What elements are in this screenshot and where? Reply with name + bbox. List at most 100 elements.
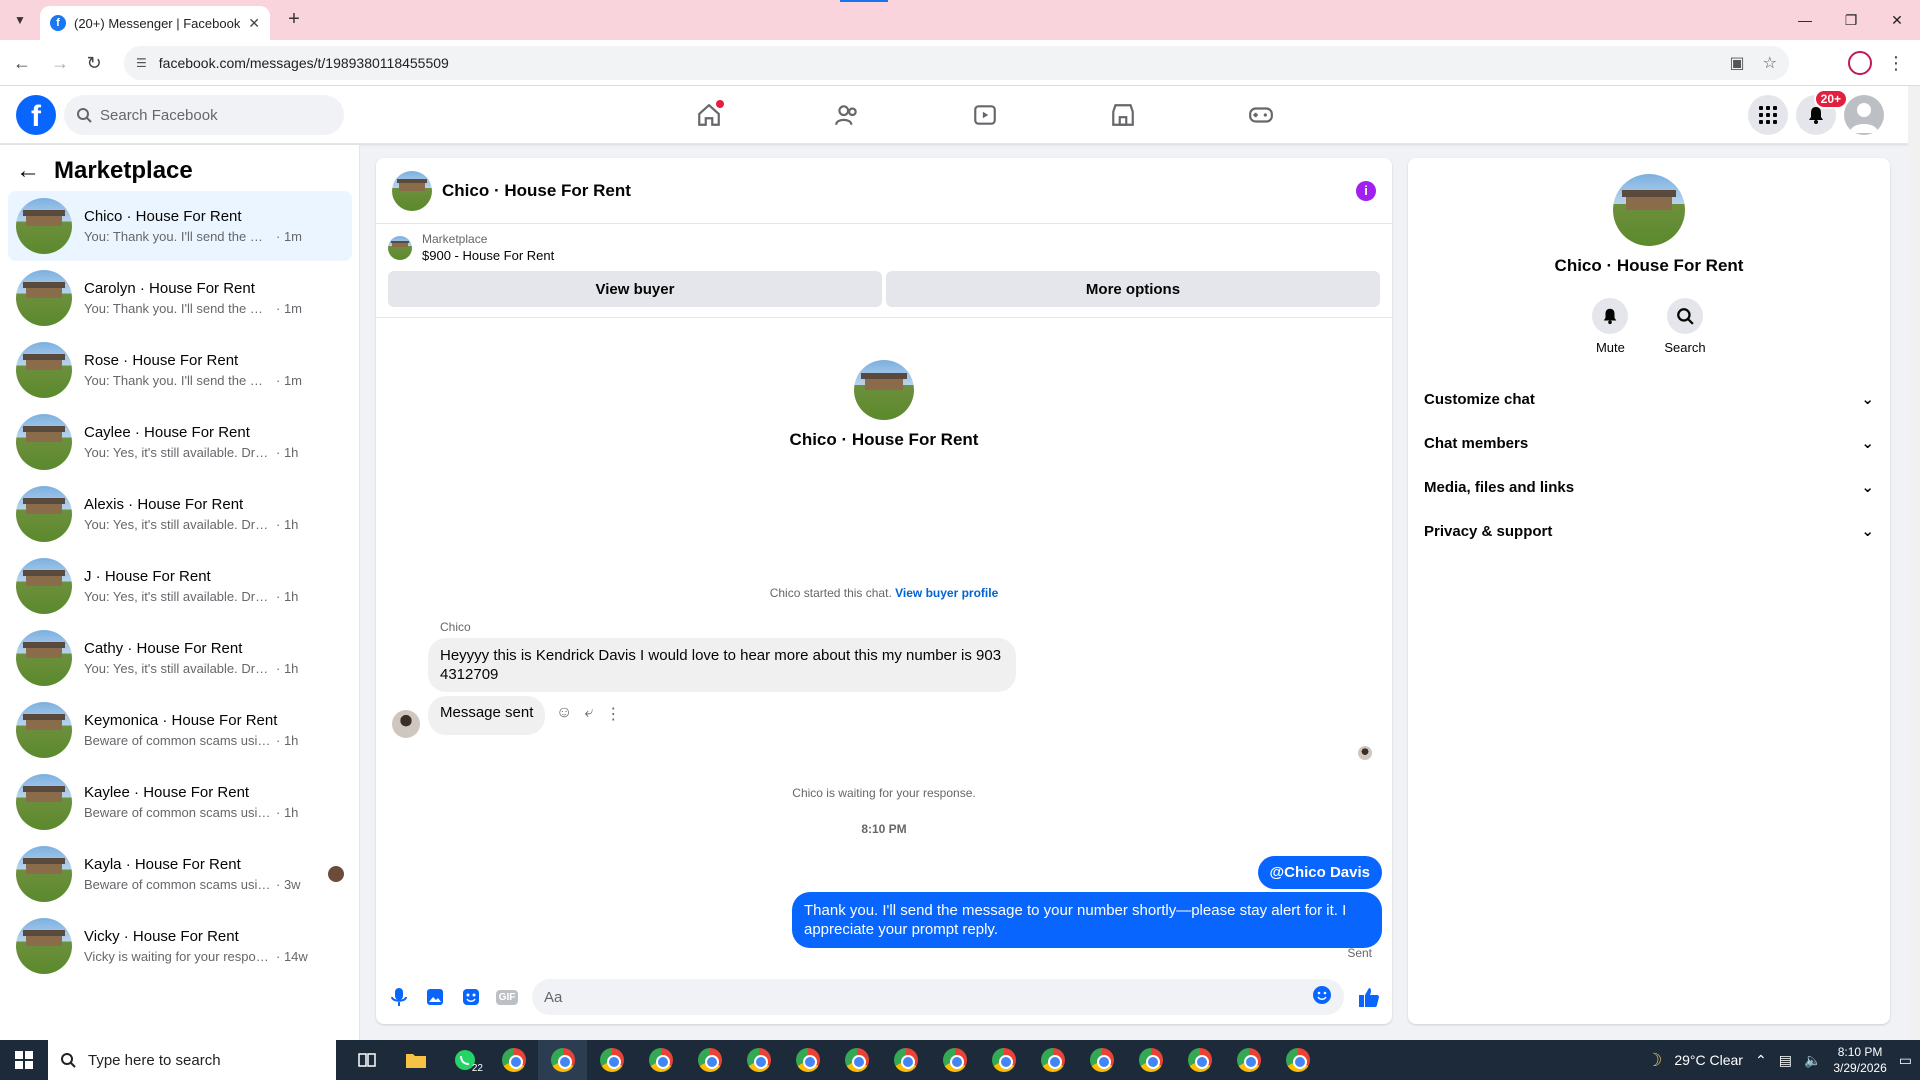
outgoing-message[interactable]: Thank you. I'll send the message to your… xyxy=(792,892,1382,948)
conversation-item-kayla[interactable]: Kayla · House For Rent Beware of common … xyxy=(8,839,352,909)
bookmark-star-icon[interactable]: ☆ xyxy=(1763,53,1777,73)
more-options-button[interactable]: More options xyxy=(886,271,1380,307)
nav-video[interactable] xyxy=(916,86,1054,144)
menu-button[interactable] xyxy=(1748,95,1788,135)
forward-icon[interactable]: → xyxy=(48,51,72,75)
listing-thumbnail xyxy=(16,774,72,830)
minimize-icon[interactable]: — xyxy=(1782,0,1828,40)
chrome-icon[interactable] xyxy=(734,1040,783,1080)
info-icon[interactable]: i xyxy=(1356,180,1376,201)
close-window-icon[interactable]: ✕ xyxy=(1874,0,1920,40)
outgoing-mention[interactable]: @Chico Davis xyxy=(1257,856,1382,889)
browser-profile-icon[interactable] xyxy=(1848,51,1872,75)
chrome-icon[interactable] xyxy=(1273,1040,1322,1080)
chrome-icon[interactable] xyxy=(979,1040,1028,1080)
conversation-item-keymonica[interactable]: Keymonica · House For Rent Beware of com… xyxy=(8,695,352,765)
reload-icon[interactable]: ↻ xyxy=(82,51,106,75)
conversation-preview: Beware of common scams using pay... xyxy=(84,805,272,820)
react-emoji-icon[interactable]: ☺ xyxy=(556,704,572,724)
whatsapp-icon[interactable]: 22 xyxy=(440,1040,489,1080)
browser-tab[interactable]: f (20+) Messenger | Facebook ✕ xyxy=(40,6,270,40)
taskbar-search-input[interactable]: Type here to search xyxy=(48,1040,336,1080)
clock-time: 8:10 PM xyxy=(1837,1045,1883,1059)
listing-price[interactable]: $900 - House For Rent xyxy=(422,248,554,263)
chrome-icon[interactable] xyxy=(832,1040,881,1080)
sticker-icon[interactable] xyxy=(460,986,482,1008)
chrome-icon[interactable] xyxy=(587,1040,636,1080)
chrome-icon[interactable] xyxy=(1028,1040,1077,1080)
notifications-button[interactable]: 20+ xyxy=(1796,89,1848,135)
file-explorer-icon[interactable] xyxy=(391,1040,440,1080)
account-avatar[interactable] xyxy=(1844,95,1884,135)
chrome-icon[interactable] xyxy=(489,1040,538,1080)
chrome-icon[interactable] xyxy=(1077,1040,1126,1080)
conversation-item-vicky[interactable]: Vicky · House For Rent Vicky is waiting … xyxy=(8,911,352,981)
section-customize-chat[interactable]: Customize chat ⌄ xyxy=(1408,377,1890,421)
task-view-icon[interactable] xyxy=(342,1040,391,1080)
nav-marketplace[interactable] xyxy=(1054,86,1192,144)
site-info-icon[interactable]: ☰ xyxy=(136,56,147,70)
browser-menu-icon[interactable]: ⋮ xyxy=(1884,51,1908,75)
mute-button[interactable]: Mute xyxy=(1592,298,1629,355)
nav-gaming[interactable] xyxy=(1192,86,1330,144)
chrome-icon[interactable] xyxy=(881,1040,930,1080)
chevron-down-icon: ⌄ xyxy=(1861,479,1874,496)
tab-search-chevron-icon[interactable]: ▼ xyxy=(8,8,32,32)
chrome-icon[interactable] xyxy=(930,1040,979,1080)
gif-icon[interactable]: GIF xyxy=(495,986,519,1008)
section-media-files-links[interactable]: Media, files and links ⌄ xyxy=(1408,465,1890,509)
view-buyer-profile-link[interactable]: View buyer profile xyxy=(895,586,998,600)
nav-friends[interactable] xyxy=(778,86,916,144)
conversation-item-alexis[interactable]: Alexis · House For Rent You: Yes, it's s… xyxy=(8,479,352,549)
photo-icon[interactable] xyxy=(424,986,446,1008)
page-scrollbar[interactable] xyxy=(1908,86,1920,1040)
microphone-icon[interactable] xyxy=(388,986,410,1008)
conversation-item-chico[interactable]: Chico · House For Rent You: Thank you. I… xyxy=(8,191,352,261)
new-tab-icon[interactable]: + xyxy=(282,8,306,32)
back-arrow-icon[interactable]: ← xyxy=(16,157,40,185)
network-icon[interactable]: ▤ xyxy=(1779,1052,1792,1069)
chrome-icon[interactable] xyxy=(636,1040,685,1080)
more-icon[interactable]: ⋮ xyxy=(605,704,621,724)
install-app-icon[interactable]: ▣ xyxy=(1730,53,1745,73)
chrome-icon[interactable] xyxy=(1126,1040,1175,1080)
nav-home[interactable] xyxy=(640,86,778,144)
emoji-icon[interactable] xyxy=(1312,985,1332,1009)
url-bar[interactable]: ☰ facebook.com/messages/t/19893801184555… xyxy=(124,46,1789,80)
chrome-icon[interactable] xyxy=(1175,1040,1224,1080)
chat-avatar[interactable] xyxy=(392,170,432,211)
conversation-item-kaylee[interactable]: Kaylee · House For Rent Beware of common… xyxy=(8,767,352,837)
facebook-search-input[interactable]: Search Facebook xyxy=(64,95,344,135)
section-chat-members[interactable]: Chat members ⌄ xyxy=(1408,421,1890,465)
search-placeholder: Search Facebook xyxy=(100,106,218,124)
clock[interactable]: 8:10 PM 3/29/2026 xyxy=(1833,1044,1886,1076)
conversation-item-carolyn[interactable]: Carolyn · House For Rent You: Thank you.… xyxy=(8,263,352,333)
weather-text[interactable]: 29°C Clear xyxy=(1674,1052,1743,1068)
incoming-message[interactable]: Heyyyy this is Kendrick Davis I would lo… xyxy=(428,638,1016,692)
chrome-icon[interactable] xyxy=(1224,1040,1273,1080)
conversation-item-rose[interactable]: Rose · House For Rent You: Thank you. I'… xyxy=(8,335,352,405)
notification-center-icon[interactable]: ▭ xyxy=(1899,1052,1912,1069)
chrome-icon[interactable] xyxy=(538,1040,587,1080)
back-icon[interactable]: ← xyxy=(10,51,34,75)
conversation-item-cathy[interactable]: Cathy · House For Rent You: Yes, it's st… xyxy=(8,623,352,693)
message-input[interactable]: Aa xyxy=(532,979,1344,1015)
chat-title[interactable]: Chico · House For Rent xyxy=(442,181,1346,201)
thumbs-up-icon[interactable] xyxy=(1358,986,1380,1008)
view-buyer-button[interactable]: View buyer xyxy=(388,271,882,307)
conversation-item-caylee[interactable]: Caylee · House For Rent You: Yes, it's s… xyxy=(8,407,352,477)
facebook-logo[interactable]: f xyxy=(16,95,56,135)
volume-icon[interactable]: 🔈 xyxy=(1804,1052,1821,1069)
reply-icon[interactable]: ⤶ xyxy=(584,704,593,724)
chrome-icon[interactable] xyxy=(685,1040,734,1080)
search-chat-button[interactable]: Search xyxy=(1664,298,1706,355)
restore-icon[interactable]: ❐ xyxy=(1828,0,1874,40)
sender-avatar[interactable] xyxy=(392,710,420,738)
conversation-item-j[interactable]: J · House For Rent You: Yes, it's still … xyxy=(8,551,352,621)
chrome-icon[interactable] xyxy=(783,1040,832,1080)
tray-chevron-icon[interactable]: ⌃ xyxy=(1755,1052,1767,1069)
incoming-message-sent[interactable]: Message sent xyxy=(428,696,546,735)
section-privacy-support[interactable]: Privacy & support ⌄ xyxy=(1408,509,1890,553)
start-button[interactable] xyxy=(0,1040,48,1080)
tab-close-icon[interactable]: ✕ xyxy=(248,15,260,32)
